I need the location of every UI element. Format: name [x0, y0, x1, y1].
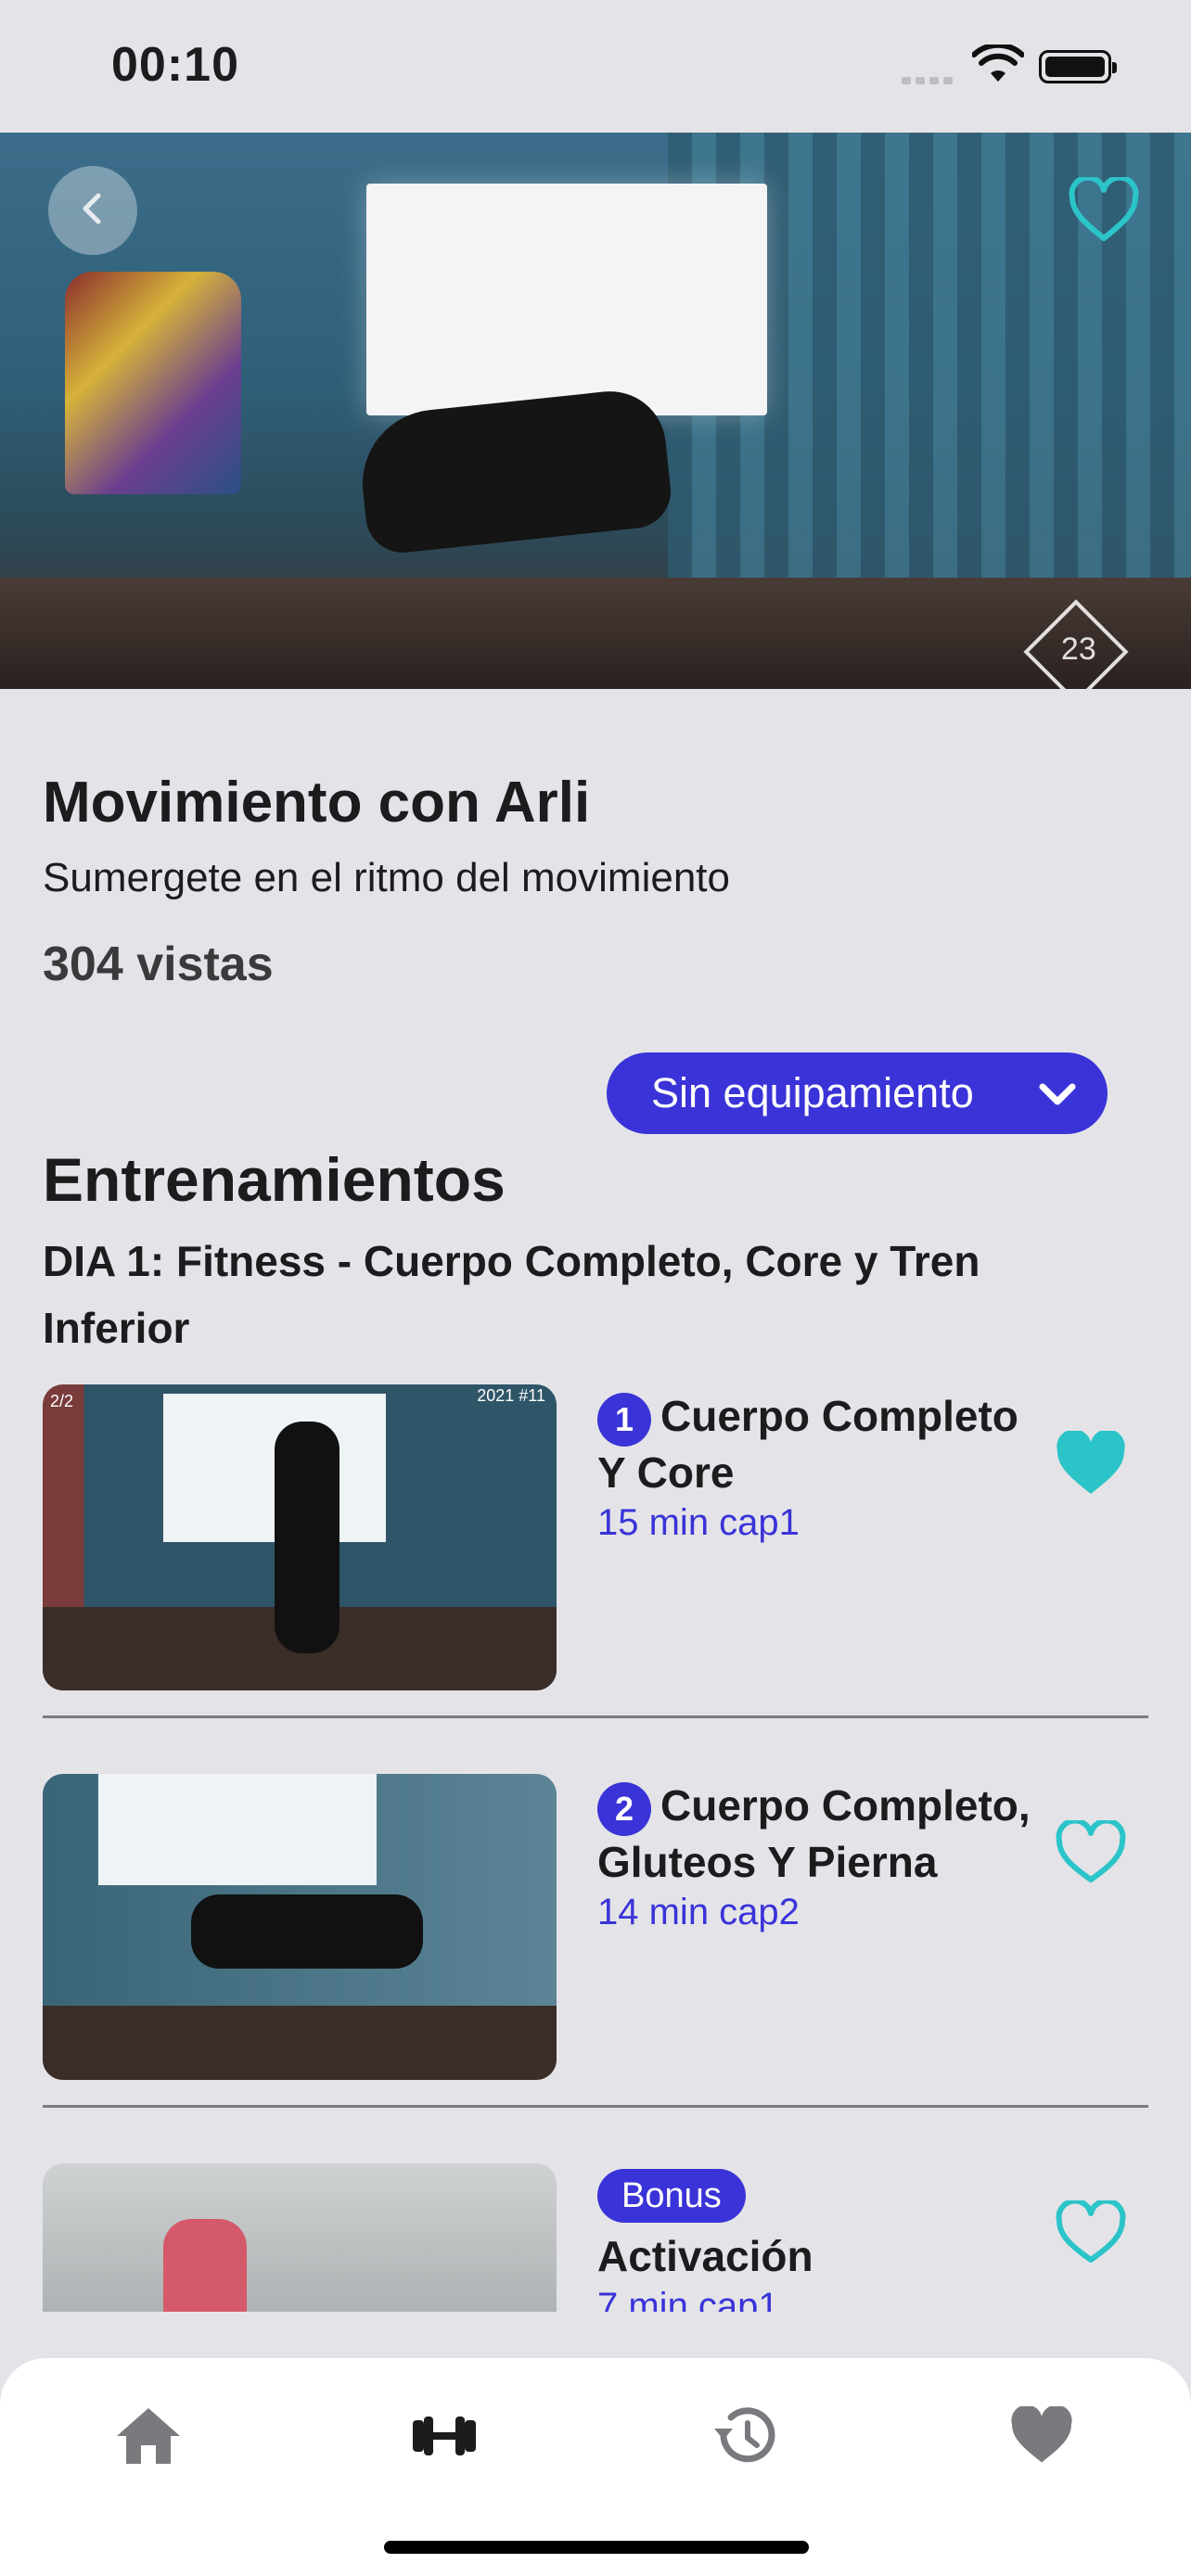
heart-outline-icon — [1067, 174, 1141, 248]
favorite-button[interactable] — [1054, 1817, 1128, 1892]
divider — [43, 1715, 1148, 1718]
tab-favorites[interactable] — [995, 2391, 1088, 2484]
workout-title: Cuerpo Completo, Gluteos Y Pierna — [597, 1781, 1031, 1886]
cellular-signal-icon — [902, 72, 957, 89]
tab-workouts[interactable] — [398, 2391, 491, 2484]
status-bar: 00:10 — [0, 0, 1191, 133]
workout-meta: 14 min cap2 — [597, 1891, 800, 1932]
status-time: 00:10 — [111, 38, 239, 92]
workout-meta: 15 min cap1 — [597, 1501, 800, 1543]
tab-history[interactable] — [698, 2391, 790, 2484]
view-count: 304 vistas — [43, 937, 274, 991]
workout-card-1[interactable]: 2/2 2021 #11 1 Cuerpo Completo Y Core 15 … — [43, 1384, 1148, 1692]
day-title: DIA 1: Fitness - Cuerpo Completo, Core y… — [43, 1237, 980, 1352]
workout-number-badge: 1 — [597, 1392, 651, 1447]
heart-outline-icon — [1054, 2198, 1128, 2271]
battery-icon — [1039, 50, 1117, 83]
history-icon — [711, 2404, 777, 2472]
workout-meta: 7 min cap1 — [597, 2286, 779, 2312]
equipment-dropdown-label: Sin equipamiento — [651, 1069, 974, 1116]
workout-thumbnail[interactable]: 2/2 2021 #11 — [43, 1384, 557, 1690]
workout-card-2[interactable]: 2 Cuerpo Completo, Gluteos Y Pierna 14 mi… — [43, 1774, 1148, 2082]
section-title: Entrenamientos — [43, 1145, 506, 1214]
workout-title: Activación — [597, 2232, 813, 2280]
home-icon — [113, 2404, 184, 2472]
back-button[interactable] — [48, 166, 137, 255]
dumbbell-icon — [407, 2413, 481, 2464]
heart-filled-icon — [1054, 1429, 1128, 1501]
workout-card-3[interactable]: Bonus Activación 7 min cap1 — [43, 2163, 1148, 2312]
hero-image: 23 — [0, 133, 1191, 689]
program-subtitle: Sumergete en el ritmo del movimiento — [43, 855, 730, 900]
equipment-dropdown[interactable]: Sin equipamiento — [607, 1052, 1108, 1134]
arrow-left-icon — [70, 186, 115, 236]
bonus-badge: Bonus — [597, 2169, 746, 2223]
favorite-program-button[interactable] — [1067, 174, 1141, 249]
favorite-button[interactable] — [1054, 1429, 1128, 1502]
tab-home[interactable] — [102, 2391, 195, 2484]
wifi-icon — [971, 42, 1025, 90]
workout-thumbnail[interactable] — [43, 1774, 557, 2080]
thumbnail-tag-left: 2/2 — [50, 1392, 74, 1410]
chevron-down-icon — [1035, 1075, 1080, 1123]
workout-thumbnail[interactable] — [43, 2163, 557, 2312]
workout-number-badge: 2 — [597, 1781, 651, 1836]
home-indicator — [384, 2541, 809, 2554]
divider — [43, 2105, 1148, 2108]
heart-icon — [1008, 2404, 1075, 2470]
favorite-button[interactable] — [1054, 2198, 1128, 2272]
thumbnail-tag-right: 2021 #11 — [477, 1386, 545, 1405]
heart-outline-icon — [1054, 1817, 1128, 1891]
program-title: Movimiento con Arli — [43, 771, 591, 835]
workout-title: Cuerpo Completo Y Core — [597, 1392, 1018, 1497]
